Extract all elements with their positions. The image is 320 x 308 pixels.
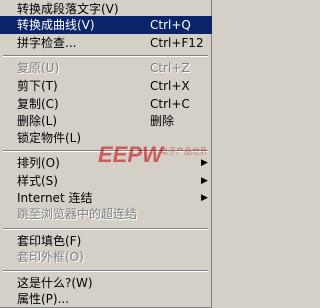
menu-separator [3, 228, 208, 230]
menu-item-label: 跳至浏览器中的超连结 [17, 207, 138, 221]
watermark-tagline: 电子产品世界 [160, 146, 206, 156]
menu-item-shortcut: Ctrl+C [150, 97, 190, 111]
menu-item-cut[interactable]: 剪下(T) Ctrl+X [0, 77, 212, 95]
menu-item-shortcut: Ctrl+F12 [150, 36, 204, 50]
context-menu: 转换成段落文字(V) 转换成曲线(V) Ctrl+Q 拼字检查... Ctrl+… [0, 0, 212, 308]
menu-item-style[interactable]: 样式(S) ▶ [0, 172, 212, 190]
menu-item-convert-to-curves[interactable]: 转换成曲线(V) Ctrl+Q [0, 16, 212, 34]
menu-item-label: 拼字检查... [17, 36, 77, 50]
menu-item-label: 排列(O) [17, 156, 60, 170]
menu-item-label: 样式(S) [17, 174, 58, 188]
menu-item-label: 转换成曲线(V) [17, 18, 95, 32]
menu-item-label: 复制(C) [17, 97, 59, 111]
menu-item-copy[interactable]: 复制(C) Ctrl+C [0, 95, 212, 113]
eepw-watermark-logo: EEPW 电子产品世界 [98, 142, 206, 167]
menu-item-jump-to-hyperlink: 跳至浏览器中的超连结 [0, 205, 212, 223]
menu-item-shortcut: 删除 [150, 114, 175, 128]
menu-item-undo: 复原(U) Ctrl+Z [0, 59, 212, 77]
watermark-logo-text: EEPW [98, 142, 165, 167]
menu-item-label: 锁定物件(L) [17, 131, 82, 145]
menu-item-label: 套印外框(O) [17, 250, 84, 264]
menu-item-label: 复原(U) [17, 61, 60, 75]
menu-item-label: 删除(L) [17, 114, 58, 128]
menu-item-label: 属性(P)... [17, 292, 70, 306]
menu-separator [3, 270, 208, 272]
menu-item-label: 剪下(T) [17, 79, 58, 93]
menu-item-overprint-outline: 套印外框(O) [0, 248, 212, 266]
menu-item-properties[interactable]: 属性(P)... [0, 290, 212, 308]
menu-item-delete[interactable]: 删除(L) 删除 [0, 112, 212, 130]
menu-item-spell-check[interactable]: 拼字检查... Ctrl+F12 [0, 34, 212, 52]
submenu-arrow-icon: ▶ [201, 176, 208, 186]
menu-item-shortcut: Ctrl+X [150, 79, 190, 93]
menu-item-shortcut: Ctrl+Q [150, 18, 191, 32]
menu-item-shortcut: Ctrl+Z [150, 61, 190, 75]
menu-separator [3, 55, 208, 57]
